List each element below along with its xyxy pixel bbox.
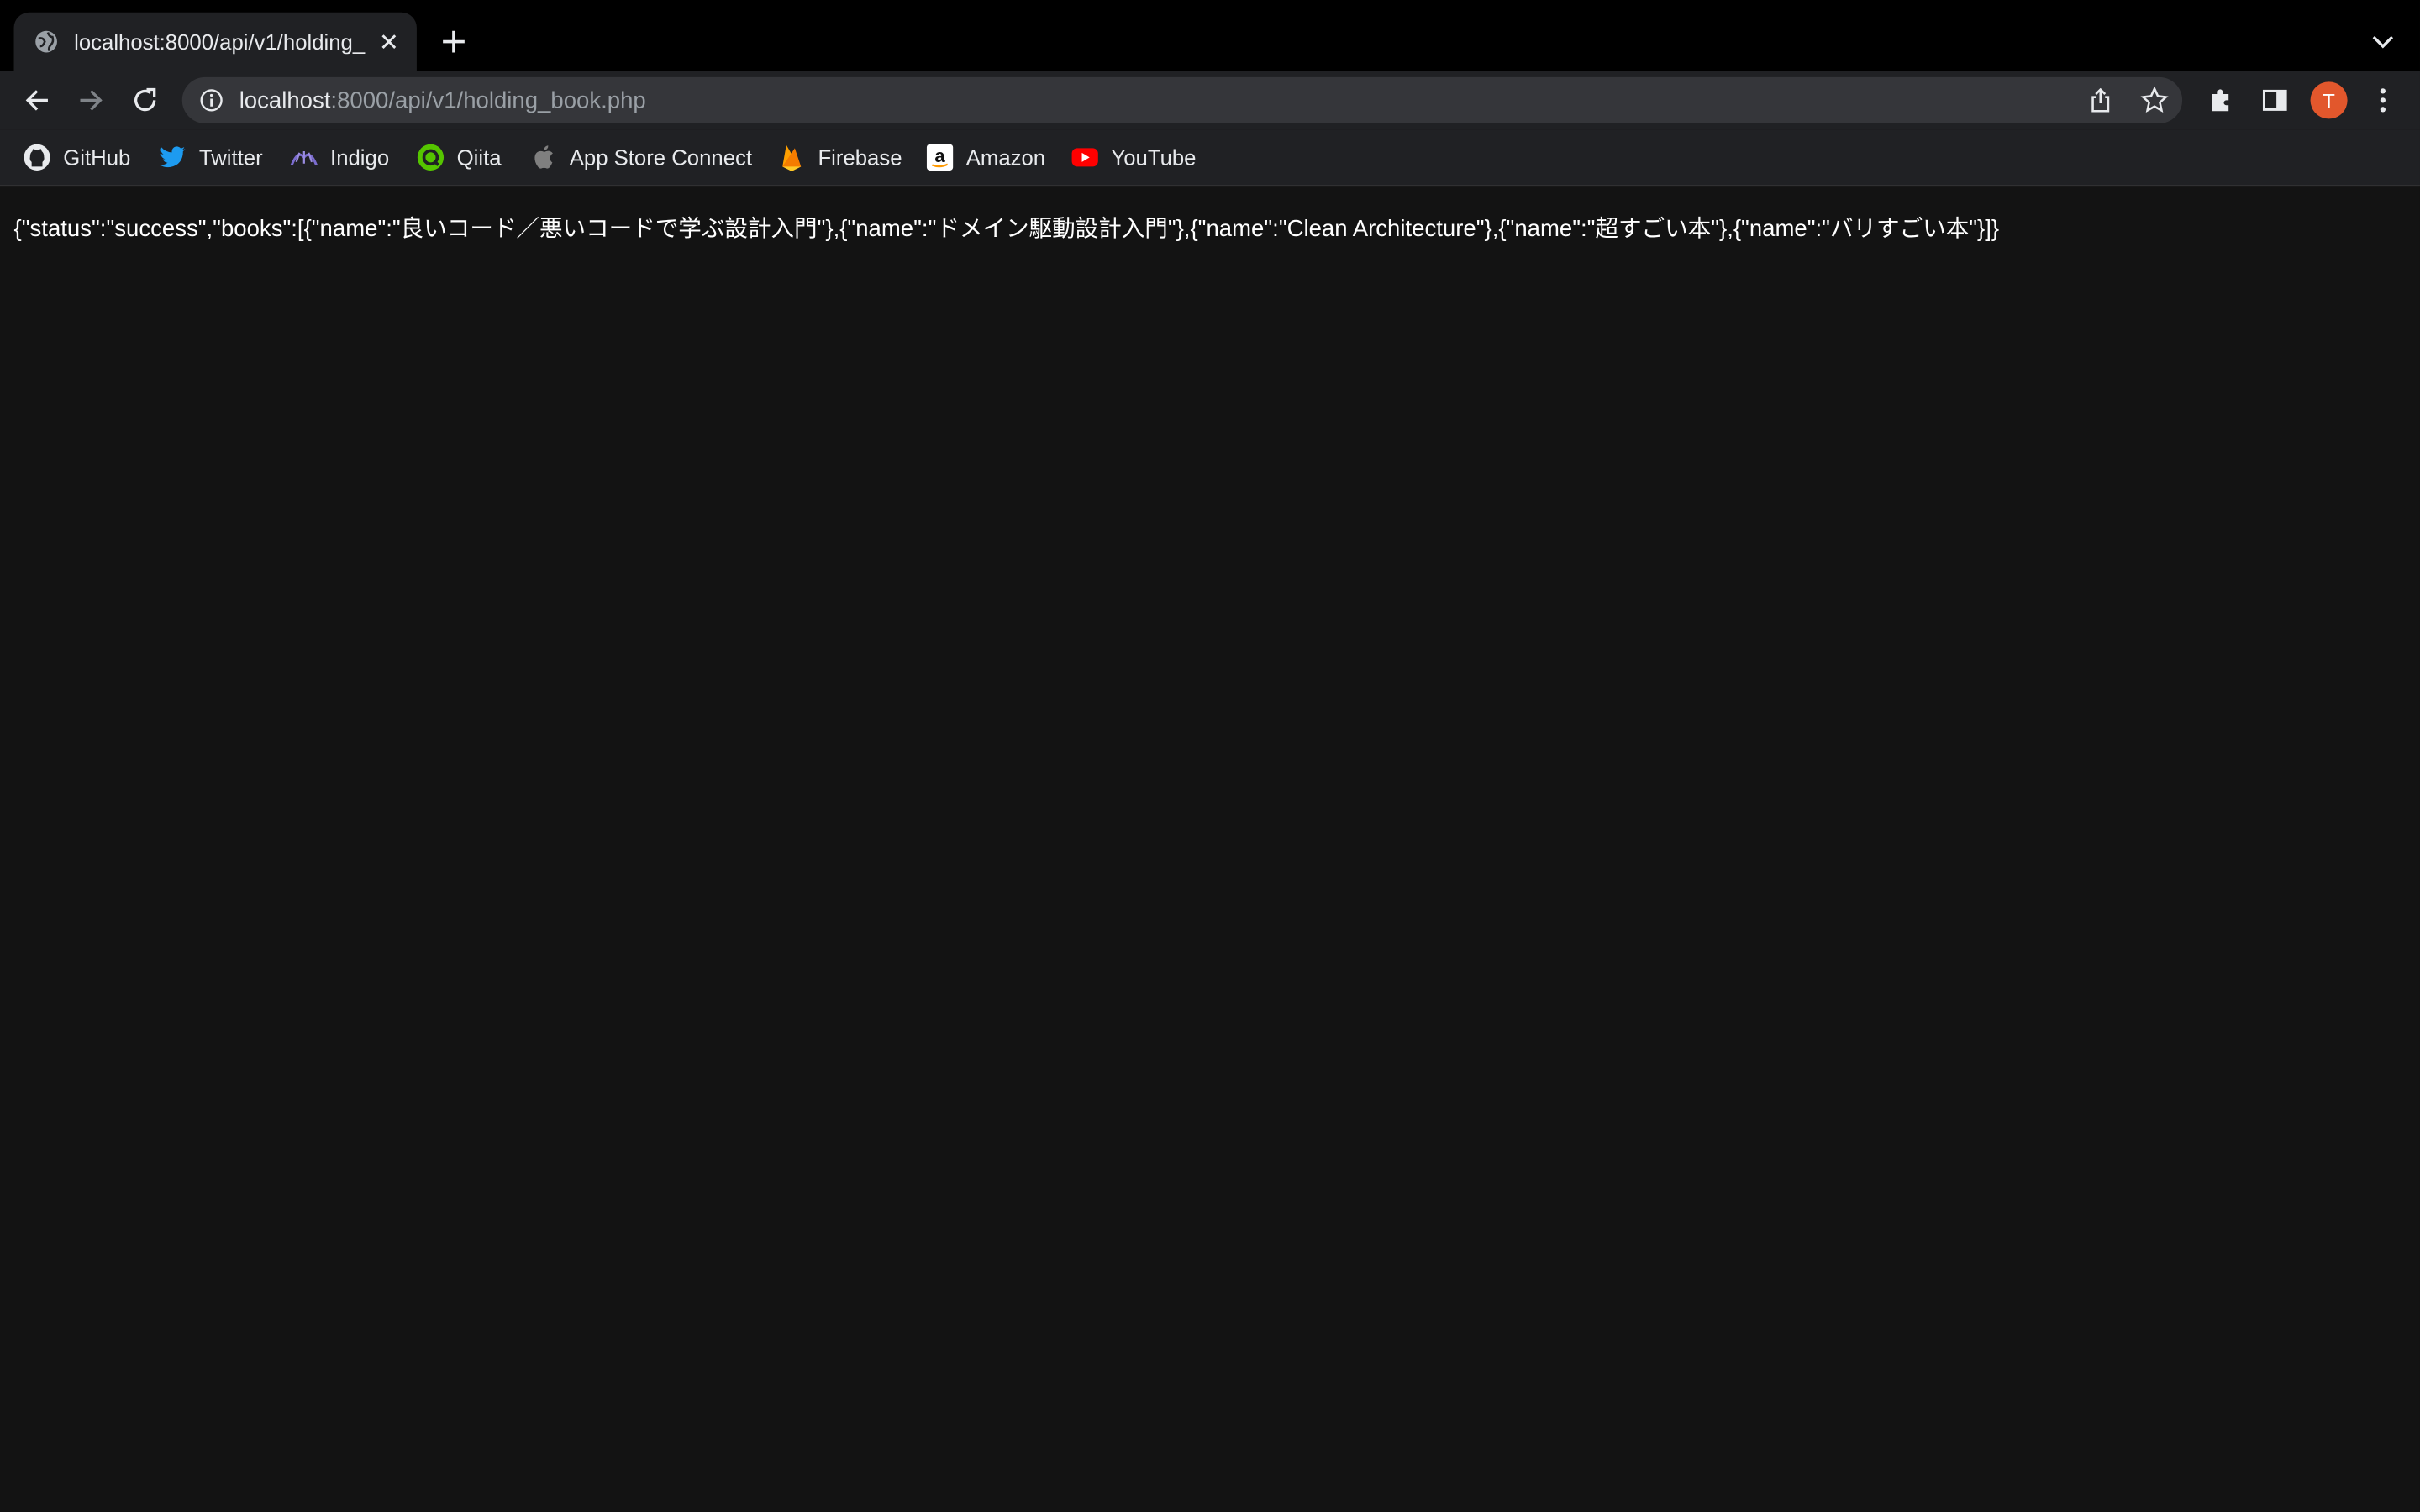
page-content: {"status":"success","books":[{"name":"良い… (0, 186, 2420, 1512)
reload-icon (134, 87, 156, 112)
puzzle-icon (2211, 89, 2229, 112)
bookmark-github[interactable]: GitHub (24, 142, 131, 173)
reload-button[interactable] (128, 83, 161, 117)
address-bar[interactable]: localhost:8000/api/v1/holding_book.php (182, 76, 2183, 123)
qiita-icon (417, 144, 445, 171)
bookmark-qiita[interactable]: Qiita (417, 142, 502, 173)
apple-icon (529, 144, 557, 171)
bookmark-label: YouTube (1111, 144, 1197, 171)
bookmark-indigo[interactable]: Indigo (290, 142, 389, 173)
close-icon[interactable] (376, 29, 401, 54)
bookmarks-bar: GitHub Twitter Indigo Qiita App Store Co… (0, 129, 2420, 187)
json-response-text: {"status":"success","books":[{"name":"良い… (13, 216, 2000, 243)
globe-icon (34, 29, 58, 54)
chevron-down-icon (2372, 35, 2394, 49)
bookmark-twitter[interactable]: Twitter (159, 142, 263, 173)
profile-avatar[interactable]: T (2310, 81, 2348, 119)
extensions-button[interactable] (2204, 83, 2238, 117)
tab-title: localhost:8000/api/v1/holding_ (74, 29, 366, 55)
info-icon[interactable] (199, 88, 224, 113)
youtube-icon (1071, 144, 1099, 171)
bookmark-label: Qiita (456, 144, 502, 171)
tab-strip: localhost:8000/api/v1/holding_ (0, 0, 2420, 71)
share-icon[interactable] (2086, 87, 2114, 114)
side-panel-icon (2262, 89, 2287, 111)
url-path: :8000/api/v1/holding_book.php (330, 87, 646, 113)
twitter-icon (159, 144, 187, 171)
bookmark-label: Amazon (965, 144, 1046, 171)
bookmark-label: GitHub (63, 144, 131, 171)
bookmark-label: Firebase (818, 144, 902, 171)
bookmark-firebase[interactable]: Firebase (778, 142, 902, 173)
tab-search-button[interactable] (2367, 26, 2398, 57)
browser-window: localhost:8000/api/v1/holding_ localhost… (0, 0, 2420, 1512)
bookmark-label: Indigo (330, 144, 390, 171)
back-arrow-icon (25, 90, 48, 111)
svg-text:a: a (934, 145, 945, 166)
plus-icon (443, 30, 465, 53)
forward-arrow-icon (80, 90, 103, 111)
back-button[interactable] (20, 83, 54, 117)
more-vert-icon (2380, 88, 2386, 113)
bookmark-youtube[interactable]: YouTube (1071, 142, 1197, 173)
forward-button[interactable] (74, 83, 108, 117)
bookmark-amazon[interactable]: a Amazon (926, 142, 1045, 173)
url-host: localhost (239, 87, 331, 113)
bookmark-label: App Store Connect (569, 144, 753, 171)
bookmark-label: Twitter (198, 144, 263, 171)
github-icon (24, 144, 51, 171)
indigo-icon (290, 144, 318, 171)
active-tab[interactable]: localhost:8000/api/v1/holding_ (13, 12, 417, 71)
new-tab-button[interactable] (437, 24, 471, 58)
firebase-icon (778, 144, 806, 171)
side-panel-button[interactable] (2258, 83, 2291, 117)
bookmark-app-store-connect[interactable]: App Store Connect (529, 142, 752, 173)
amazon-icon: a (926, 144, 954, 171)
toolbar: localhost:8000/api/v1/holding_book.php T (0, 71, 2420, 130)
menu-button[interactable] (2366, 83, 2400, 117)
bookmark-star-icon[interactable] (2140, 86, 2169, 114)
